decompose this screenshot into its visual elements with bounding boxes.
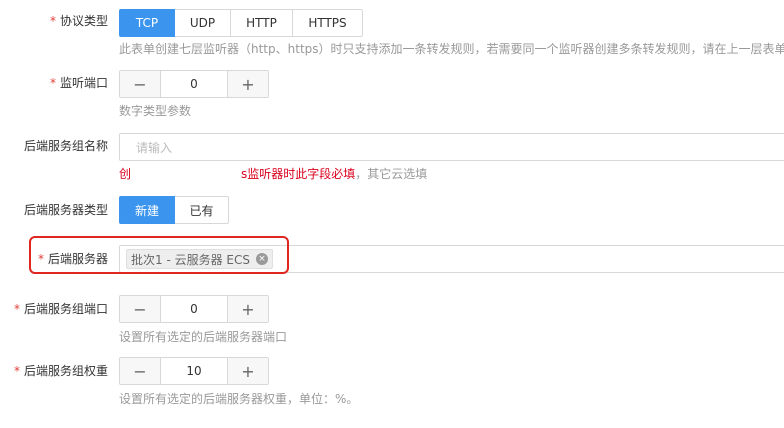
listen-port-decrement-button[interactable]: −: [120, 71, 161, 97]
listen-port-stepper: − 0 +: [119, 70, 269, 98]
group-weight-increment-button[interactable]: +: [227, 358, 268, 384]
group-weight-label: * 后端服务组权重: [13, 364, 108, 378]
group-name-input[interactable]: 请输入: [119, 133, 784, 161]
group-name-label: 后端服务组名称: [23, 139, 108, 153]
group-weight-stepper: − 10 +: [119, 357, 269, 385]
group-weight-hint: 设置所有选定的后端服务器权重，单位：%。: [119, 392, 359, 406]
group-name-placeholder: 请输入: [136, 140, 173, 155]
group-port-stepper: − 0 +: [119, 295, 269, 323]
listen-port-value[interactable]: 0: [161, 71, 227, 97]
protocol-segmented-control: TCP UDP HTTP HTTPS: [119, 9, 363, 37]
group-weight-decrement-button[interactable]: −: [120, 358, 161, 384]
server-type-segmented-control: 新建 已有: [119, 196, 229, 224]
server-type-label: 后端服务器类型: [23, 203, 108, 217]
protocol-label: * 协议类型: [49, 14, 108, 28]
group-port-value[interactable]: 0: [161, 296, 227, 322]
protocol-hint: 此表单创建七层监听器（http、https）时只支持添加一条转发规则，若需要同一…: [119, 42, 784, 56]
server-type-option-existing[interactable]: 已有: [174, 196, 229, 224]
group-port-hint: 设置所有选定的后端服务器端口: [119, 330, 288, 344]
group-port-label: * 后端服务组端口: [13, 302, 108, 316]
server-type-option-new[interactable]: 新建: [119, 196, 175, 224]
group-name-error: 创 s监听器时此字段必填，其它云选填: [119, 167, 428, 182]
group-port-increment-button[interactable]: +: [227, 296, 268, 322]
protocol-option-https[interactable]: HTTPS: [292, 9, 363, 37]
group-weight-value[interactable]: 10: [161, 358, 227, 384]
listen-port-increment-button[interactable]: +: [227, 71, 268, 97]
group-port-decrement-button[interactable]: −: [120, 296, 161, 322]
protocol-option-http[interactable]: HTTP: [230, 9, 293, 37]
redacted-text: [131, 167, 242, 182]
listen-port-label: * 监听端口: [49, 76, 108, 90]
listen-port-hint: 数字类型参数: [119, 104, 192, 118]
protocol-option-tcp[interactable]: TCP: [119, 9, 175, 37]
protocol-option-udp[interactable]: UDP: [174, 9, 231, 37]
annotation-highlight-box: [29, 236, 289, 274]
